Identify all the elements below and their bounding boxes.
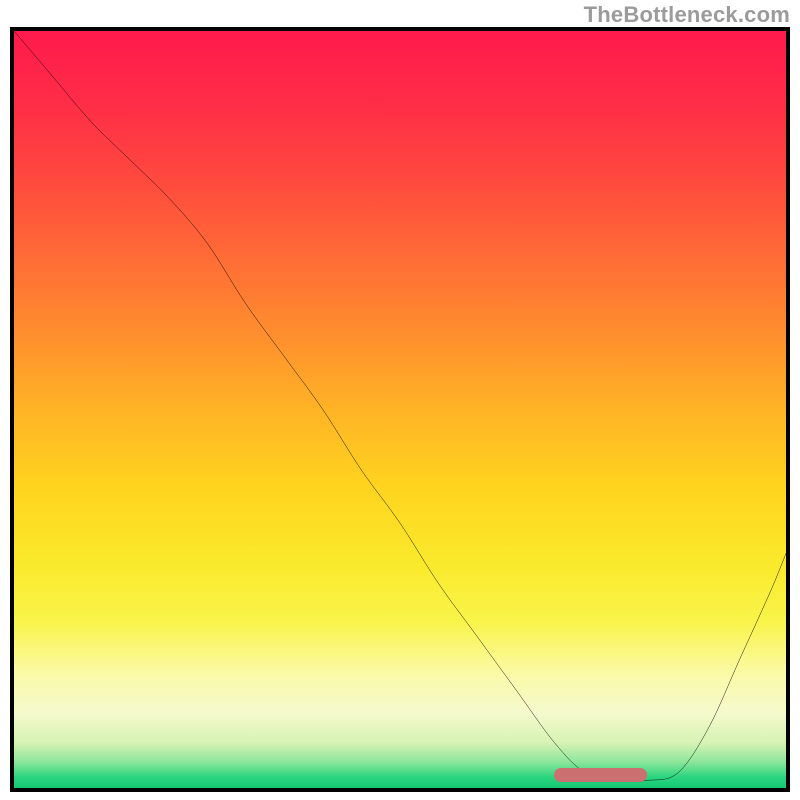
chart-frame <box>10 27 790 792</box>
watermark-text: TheBottleneck.com <box>584 2 790 28</box>
bottleneck-curve <box>14 31 786 788</box>
optimal-range-marker <box>554 768 647 782</box>
